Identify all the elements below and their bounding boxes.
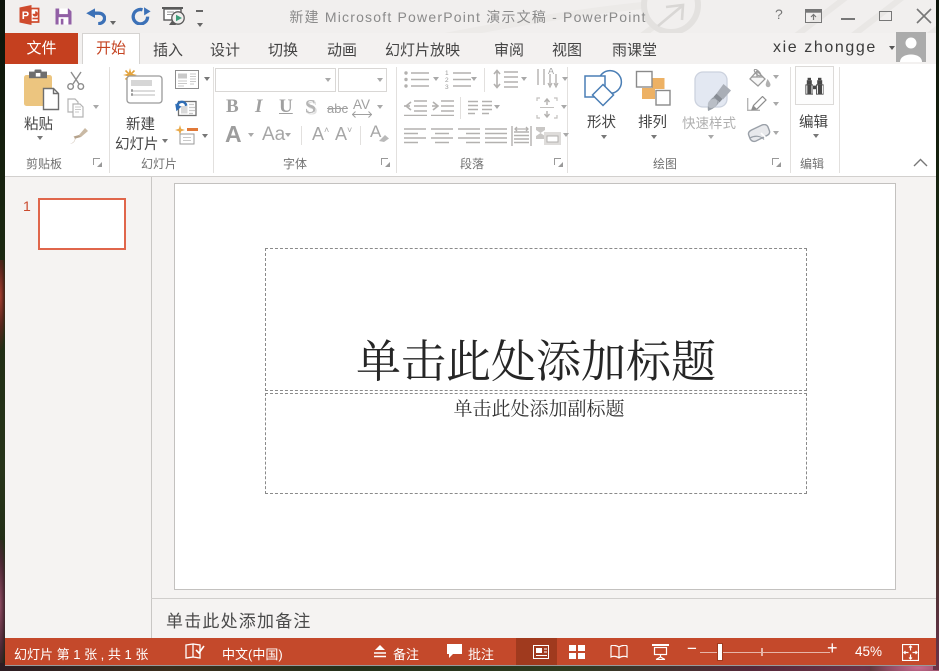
svg-text:A: A	[548, 68, 554, 76]
svg-text:3: 3	[445, 84, 449, 89]
svg-text:1: 1	[445, 70, 449, 77]
svg-text:2: 2	[445, 77, 449, 84]
